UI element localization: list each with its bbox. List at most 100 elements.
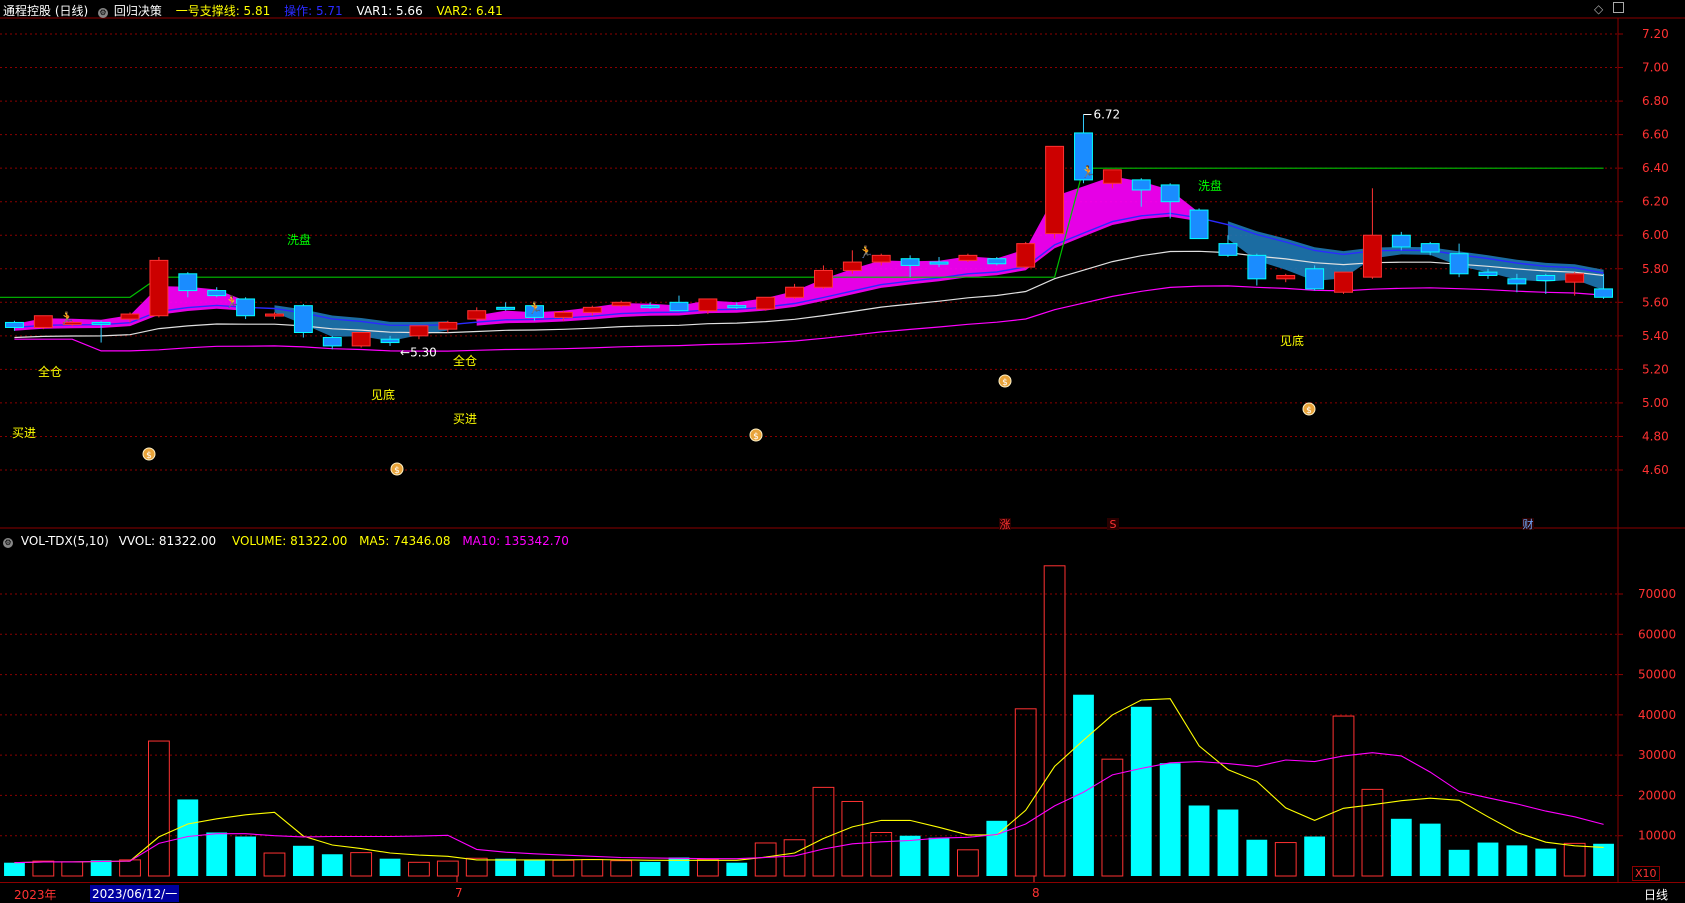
volume-bar-down[interactable] (1217, 809, 1239, 876)
candle[interactable] (207, 287, 227, 298)
period-label[interactable]: 日线 (1644, 886, 1668, 903)
candle[interactable] (640, 302, 660, 310)
candle[interactable] (813, 265, 833, 289)
volume-bar-up[interactable] (436, 860, 459, 877)
buy-in-signal: 买进 (12, 426, 36, 440)
volume-bar-down[interactable] (321, 854, 343, 876)
volume-bar-down[interactable] (726, 862, 748, 876)
volume-bar-down[interactable] (1304, 836, 1326, 876)
volume-bar-down[interactable] (524, 860, 545, 876)
volume-bar-down[interactable] (1188, 805, 1210, 877)
panel-controls: ◇ (1594, 2, 1625, 16)
stock-chart[interactable]: 7.20 7.00 6.80 6.60 6.40 6.20 6.00 5.80 5.60 5.40… (0, 0, 1685, 902)
indicator-name[interactable]: 回归决策 (114, 4, 162, 18)
volume-bar-up[interactable] (61, 861, 84, 877)
volume-settings-icon[interactable]: ⚙ (3, 538, 13, 548)
candle[interactable] (1305, 265, 1325, 291)
candle[interactable] (1189, 208, 1209, 240)
volume-bar-up[interactable] (1332, 715, 1355, 877)
volume-bar-down[interactable] (379, 858, 401, 876)
candle-body-down (1478, 271, 1498, 276)
volume-bar-up[interactable] (870, 831, 893, 877)
volume-bar-down[interactable] (1159, 763, 1181, 876)
volume-bar-up[interactable] (408, 861, 430, 877)
volume-bar-down[interactable] (292, 845, 314, 876)
volume-bar-down[interactable] (1593, 843, 1614, 876)
volume-bar-up[interactable] (1563, 842, 1586, 877)
volume-bar-down[interactable] (495, 858, 517, 876)
candle[interactable] (1334, 271, 1353, 294)
volume-bar-up[interactable] (957, 849, 979, 877)
candle[interactable] (1565, 272, 1585, 296)
candle[interactable] (149, 257, 169, 318)
volume-bar-up[interactable] (696, 858, 719, 877)
volume-bar-up[interactable] (148, 740, 170, 877)
candle[interactable] (785, 283, 805, 299)
volume-bar-up[interactable] (1274, 842, 1297, 877)
candle-body-up (1276, 274, 1296, 280)
max-price-label: 6.72 (1093, 107, 1120, 121)
stock-title[interactable]: 通程控股 (日线) (3, 4, 88, 18)
volume-bar-up[interactable] (350, 852, 373, 877)
candle[interactable] (409, 325, 429, 340)
candle[interactable] (91, 320, 111, 343)
candle[interactable] (33, 315, 53, 330)
volume-bar-down[interactable] (1477, 842, 1499, 876)
volume-bar-down[interactable] (1073, 694, 1094, 876)
volume-bar-up[interactable] (1101, 758, 1124, 877)
volume-bar-down[interactable] (639, 861, 661, 876)
candle[interactable] (496, 302, 516, 311)
candle[interactable] (1449, 243, 1469, 278)
money-bag-glyph: $ (1306, 406, 1312, 416)
volume-bar-up[interactable] (263, 852, 286, 877)
volume-bar-down[interactable] (899, 835, 921, 876)
candle-body-up (438, 321, 458, 330)
volume-bar-down[interactable] (1246, 839, 1268, 876)
volume-bar-up[interactable] (552, 859, 575, 877)
volume-bar-up[interactable] (841, 800, 864, 877)
volume-bar-down[interactable] (1130, 706, 1152, 876)
volume-bar-up[interactable] (783, 839, 806, 877)
candle[interactable] (351, 331, 371, 348)
indicator-settings-icon[interactable]: ⚙ (98, 8, 109, 18)
volume-layer[interactable] (4, 565, 1614, 877)
candle-body-up (582, 306, 602, 313)
volume-bar-down[interactable] (1390, 818, 1412, 876)
volume-bar-up[interactable] (610, 860, 633, 877)
candle[interactable] (322, 335, 342, 350)
volume-bar-up[interactable] (32, 860, 55, 877)
diamond-icon[interactable]: ◇ (1594, 2, 1603, 16)
candle[interactable] (958, 253, 978, 263)
volume-bar-down[interactable] (206, 832, 228, 876)
candle[interactable] (1276, 273, 1296, 283)
volume-bar-up[interactable] (1361, 788, 1384, 877)
candle[interactable] (987, 257, 1007, 266)
volume-bar-down[interactable] (1506, 845, 1528, 876)
volume-bar-down[interactable] (90, 860, 112, 876)
price-panel-header: 通程控股 (日线) ⚙ 回归决策 一号支撑线: 5.81 操作: 5.71 VA… (3, 2, 503, 19)
candle[interactable] (1536, 273, 1556, 294)
volume-bar-up[interactable] (119, 859, 141, 877)
volume-bar-up[interactable] (1043, 565, 1066, 877)
volume-bar-up[interactable] (754, 842, 777, 877)
collapse-icon[interactable] (1613, 2, 1625, 13)
candle[interactable] (756, 296, 776, 311)
volume-bar-up[interactable] (581, 858, 604, 877)
candle[interactable] (1247, 253, 1267, 286)
volume-bar-up[interactable] (812, 786, 835, 877)
volume-indicator-name[interactable]: VOL-TDX(5,10) (21, 534, 109, 548)
volume-bar-down[interactable] (1448, 849, 1470, 876)
volume-bar-down[interactable] (4, 862, 25, 876)
volume-bar-down[interactable] (928, 837, 950, 876)
candle[interactable] (669, 295, 689, 312)
volume-bar-up[interactable] (465, 857, 488, 877)
volume-bar-up[interactable] (1014, 708, 1037, 877)
candle-layer[interactable] (4, 114, 1614, 350)
candle[interactable] (1045, 145, 1065, 239)
candle[interactable] (1016, 241, 1036, 269)
candle[interactable] (467, 307, 487, 321)
volume-bar-down[interactable] (235, 836, 256, 876)
volume-bar-down[interactable] (1535, 848, 1557, 876)
volume-bar-down[interactable] (1419, 823, 1441, 876)
candle[interactable] (293, 303, 313, 338)
